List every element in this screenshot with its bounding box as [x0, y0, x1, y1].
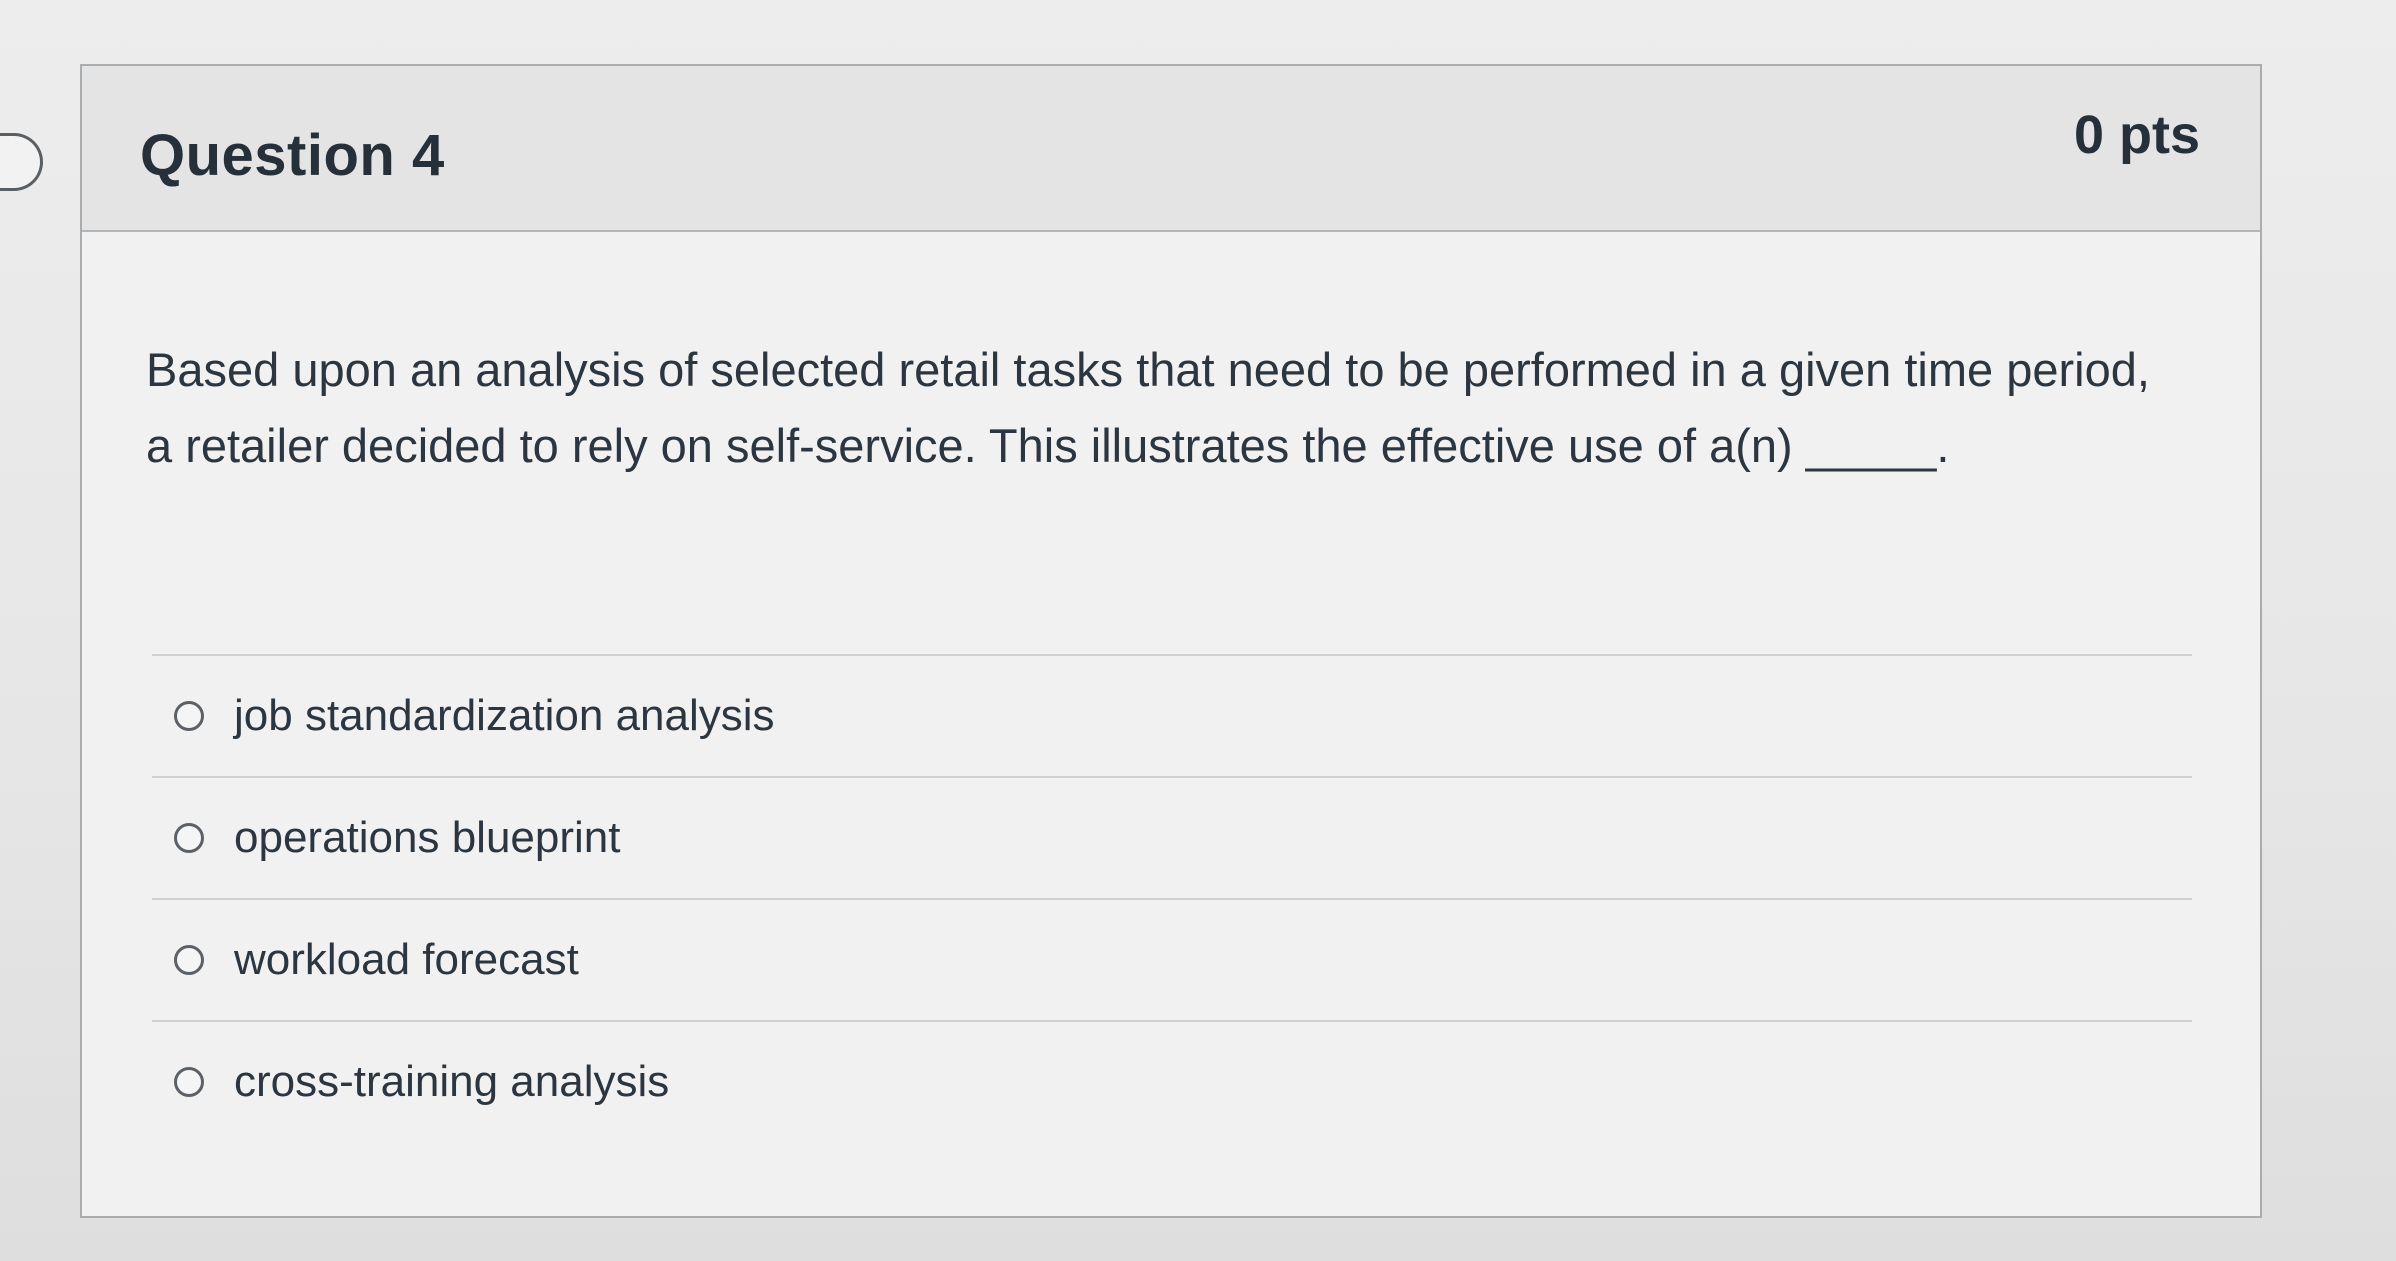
answer-option[interactable]: cross-training analysis [152, 1020, 2192, 1142]
question-header: Question 4 0 pts [82, 66, 2260, 232]
answer-list: job standardization analysis operations … [152, 654, 2192, 1142]
radio-button-icon[interactable] [174, 1067, 204, 1097]
answer-label[interactable]: operations blueprint [234, 813, 620, 863]
question-points: 0 pts [2073, 105, 2200, 165]
answer-option[interactable]: operations blueprint [152, 776, 2192, 898]
answer-option[interactable]: job standardization analysis [152, 654, 2192, 776]
question-title: Question 4 [140, 123, 445, 188]
radio-button-icon[interactable] [174, 945, 204, 975]
question-body: Based upon an analysis of selected retai… [82, 232, 2260, 1216]
radio-button-icon[interactable] [174, 701, 204, 731]
answer-option[interactable]: workload forecast [152, 898, 2192, 1020]
radio-button-icon[interactable] [174, 823, 204, 853]
answer-label[interactable]: cross-training analysis [234, 1057, 669, 1107]
answer-label[interactable]: workload forecast [234, 935, 579, 985]
question-card: Question 4 0 pts Based upon an analysis … [80, 64, 2262, 1218]
answer-label[interactable]: job standardization analysis [234, 691, 775, 741]
question-text: Based upon an analysis of selected retai… [146, 343, 2150, 472]
